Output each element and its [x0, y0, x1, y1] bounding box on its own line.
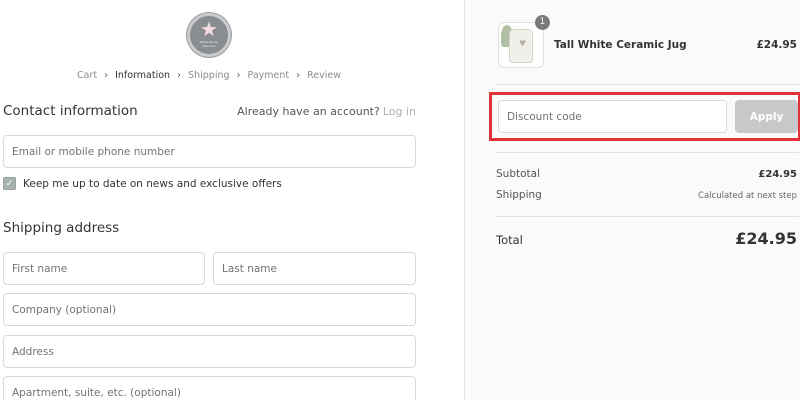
breadcrumb-review: Review [307, 70, 342, 81]
chevron-right-icon: › [177, 70, 182, 81]
discount-code-input[interactable] [498, 100, 727, 133]
email-input[interactable] [3, 135, 416, 168]
company-input[interactable] [3, 293, 416, 326]
login-link[interactable]: Log in [383, 105, 416, 118]
subtotal-label: Subtotal [496, 168, 540, 180]
product-price: £24.95 [756, 39, 797, 51]
breadcrumb-cart[interactable]: Cart [77, 70, 97, 81]
product-thumbnail: ♥ [498, 22, 544, 68]
breadcrumb-payment: Payment [247, 70, 290, 81]
divider [496, 152, 799, 153]
subtotal-value: £24.95 [758, 169, 797, 180]
chevron-right-icon: › [296, 70, 301, 81]
store-logo[interactable]: ★ White Peony Interiors [187, 13, 231, 57]
contact-section-title: Contact information [3, 103, 138, 119]
breadcrumb-information: Information [115, 70, 171, 81]
account-prompt: Already have an account? Log in [237, 105, 416, 118]
product-name: Tall White Ceramic Jug [554, 39, 687, 51]
star-icon: ★ [200, 17, 218, 41]
newsletter-checkbox[interactable]: ✓ [3, 177, 16, 190]
apartment-input[interactable] [3, 376, 416, 400]
apply-discount-button[interactable]: Apply [735, 100, 798, 133]
newsletter-label: Keep me up to date on news and exclusive… [23, 177, 282, 190]
shipping-value: Calculated at next step [698, 191, 797, 201]
breadcrumb-shipping: Shipping [188, 70, 230, 81]
chevron-right-icon: › [236, 70, 241, 81]
first-name-input[interactable] [3, 252, 205, 285]
heart-icon: ♥ [519, 39, 527, 48]
checkout-main-panel: ★ White Peony Interiors Cart › Informati… [0, 0, 464, 400]
account-prompt-text: Already have an account? [237, 105, 380, 118]
total-value: £24.95 [735, 229, 797, 248]
last-name-input[interactable] [213, 252, 416, 285]
shipping-section-title: Shipping address [3, 220, 120, 236]
logo-text: White Peony Interiors [199, 40, 219, 48]
newsletter-checkbox-row[interactable]: ✓ Keep me up to date on news and exclusi… [3, 177, 282, 190]
order-summary-panel: ♥ 1 Tall White Ceramic Jug £24.95 Apply … [464, 0, 800, 400]
divider [496, 84, 799, 85]
divider [496, 216, 799, 217]
shipping-label: Shipping [496, 189, 542, 201]
breadcrumb: Cart › Information › Shipping › Payment … [0, 70, 418, 81]
chevron-right-icon: › [104, 70, 109, 81]
quantity-badge: 1 [535, 15, 550, 30]
total-label: Total [496, 233, 523, 247]
address-input[interactable] [3, 335, 416, 368]
